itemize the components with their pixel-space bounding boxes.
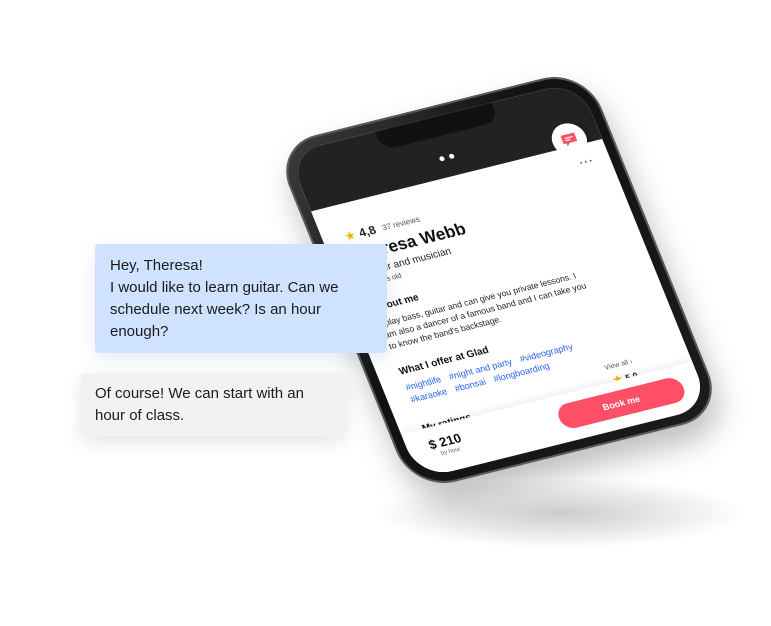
message-line: Hey, Theresa! (110, 257, 203, 274)
message-line: Of course! We can start with an (95, 385, 304, 402)
star-icon: ★ (342, 227, 359, 244)
rating-value: 4,8 (356, 222, 379, 240)
more-options-icon[interactable]: ... (575, 148, 595, 167)
message-line: I would like to learn guitar. Can we (110, 279, 339, 296)
incoming-message-bubble: Hey, Theresa! I would like to learn guit… (95, 244, 387, 353)
message-line: enough? (110, 323, 169, 340)
marketing-scene: ... ★ 4,8 37 reviews Theresa Webb Dancer… (0, 0, 771, 626)
chevron-right-icon: › (628, 358, 634, 366)
message-line: hour of class. (95, 407, 185, 424)
outgoing-message-bubble: Of course! We can start with an hour of … (81, 373, 346, 436)
reviews-count[interactable]: 37 reviews (381, 214, 422, 232)
phone-shadow (380, 478, 740, 548)
pager-dot[interactable] (448, 153, 456, 160)
pager-dot[interactable] (438, 155, 446, 162)
photo-pager[interactable] (438, 153, 456, 162)
message-line: schedule next week? Is an hour (110, 301, 321, 318)
